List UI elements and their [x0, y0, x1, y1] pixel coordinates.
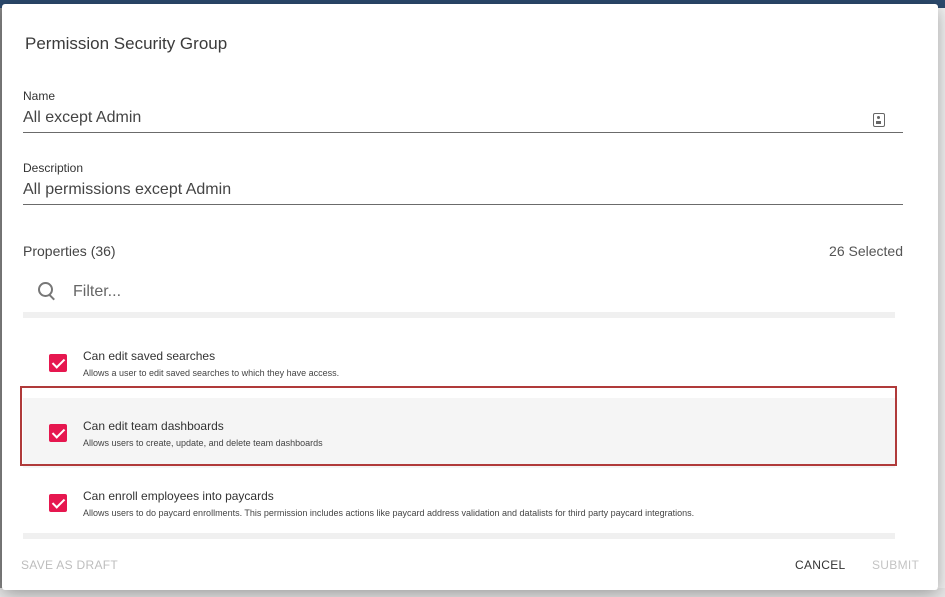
filter-row: [23, 272, 895, 312]
properties-list: Can edit saved searches Allows a user to…: [23, 312, 895, 539]
description-field: Description: [23, 161, 903, 205]
submit-button[interactable]: SUBMIT: [872, 558, 919, 572]
list-item-title: Can edit saved searches: [83, 348, 216, 363]
list-item[interactable]: Can edit saved searches Allows a user to…: [23, 328, 895, 398]
name-input[interactable]: [23, 103, 903, 133]
selected-count: 26 Selected: [829, 243, 903, 259]
properties-header: Properties (36) 26 Selected: [23, 243, 903, 259]
dialog-title: Permission Security Group: [25, 34, 228, 53]
list-item-title: Can edit team dashboards: [83, 418, 224, 433]
background-right-panel: [938, 8, 945, 588]
properties-title: Properties (36): [23, 243, 116, 259]
save-as-draft-button[interactable]: SAVE AS DRAFT: [21, 558, 118, 572]
name-label: Name: [23, 89, 56, 103]
list-item-description: Allows users to create, update, and dele…: [83, 437, 323, 448]
list-item-text: Can edit team dashboards Allows users to…: [83, 419, 323, 448]
list-item-text: Can enroll employees into paycards Allow…: [83, 489, 694, 518]
list-item[interactable]: Can enroll employees into paycards Allow…: [23, 468, 895, 538]
description-input[interactable]: [23, 175, 903, 205]
filter-input[interactable]: [73, 283, 853, 301]
list-item[interactable]: Can edit team dashboards Allows users to…: [23, 398, 895, 468]
description-label: Description: [23, 161, 84, 175]
search-icon: [37, 281, 59, 303]
cancel-button[interactable]: CANCEL: [795, 558, 845, 572]
list-item-description: Allows a user to edit saved searches to …: [83, 367, 340, 378]
list-item-title: Can enroll employees into paycards: [83, 488, 274, 503]
list-item-description: Allows users to do paycard enrollments. …: [83, 507, 695, 518]
name-field: Name: [23, 89, 903, 133]
checkbox-checked[interactable]: [49, 424, 67, 442]
checkbox-checked[interactable]: [49, 494, 67, 512]
contact-card-icon[interactable]: [873, 113, 885, 127]
list-item-text: Can edit saved searches Allows a user to…: [83, 349, 339, 378]
checkbox-checked[interactable]: [49, 354, 67, 372]
